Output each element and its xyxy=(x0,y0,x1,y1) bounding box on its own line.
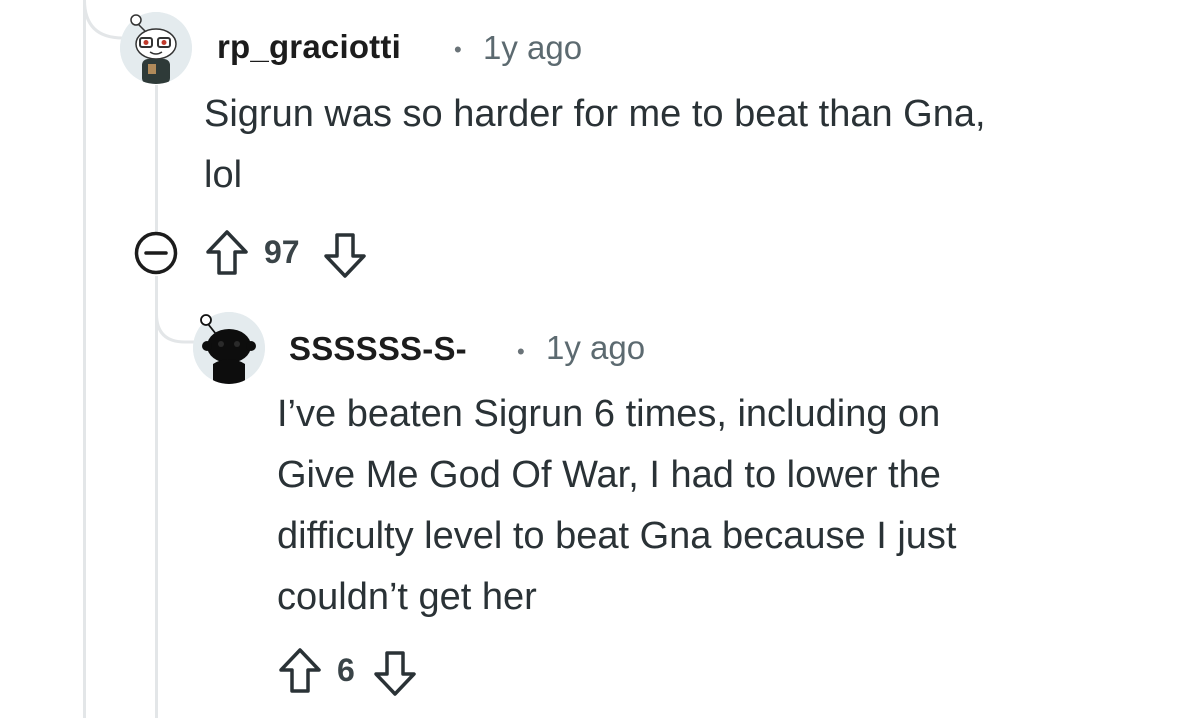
comment-timestamp[interactable]: 1y ago xyxy=(483,29,582,67)
collapse-minus-icon[interactable] xyxy=(133,230,179,276)
comment-timestamp[interactable]: 1y ago xyxy=(546,329,645,367)
comment-body-line: Give Me God Of War, I had to lower the xyxy=(277,454,941,496)
vote-count: 6 xyxy=(337,652,355,688)
comment-body-line: couldn’t get her xyxy=(277,576,537,618)
comment-author[interactable]: SSSSSS-S- xyxy=(289,330,467,368)
antenna-icon xyxy=(200,314,217,335)
downvote-arrow-icon[interactable] xyxy=(372,648,418,698)
comment-author[interactable]: rp_graciotti xyxy=(217,28,401,66)
comment-body: Sigrun was so harder for me to beat than… xyxy=(204,84,986,206)
meta-separator: • xyxy=(454,37,462,62)
comment-body: I’ve beaten Sigrun 6 times, including on… xyxy=(277,384,956,628)
vote-count: 97 xyxy=(264,234,300,270)
comment-body-line: I’ve beaten Sigrun 6 times, including on xyxy=(277,393,941,435)
meta-separator: • xyxy=(517,339,525,364)
comment-body-line: Sigrun was so harder for me to beat than… xyxy=(204,93,986,135)
thread-line-comment-1 xyxy=(155,85,158,233)
comment-body-line: lol xyxy=(204,154,243,196)
comment-body-line: difficulty level to beat Gna because I j… xyxy=(277,515,957,557)
downvote-arrow-icon[interactable] xyxy=(322,230,368,280)
antenna-icon xyxy=(130,14,147,32)
upvote-arrow-icon[interactable] xyxy=(204,228,250,278)
upvote-arrow-icon[interactable] xyxy=(277,646,323,696)
thread-line-outer xyxy=(83,0,86,718)
